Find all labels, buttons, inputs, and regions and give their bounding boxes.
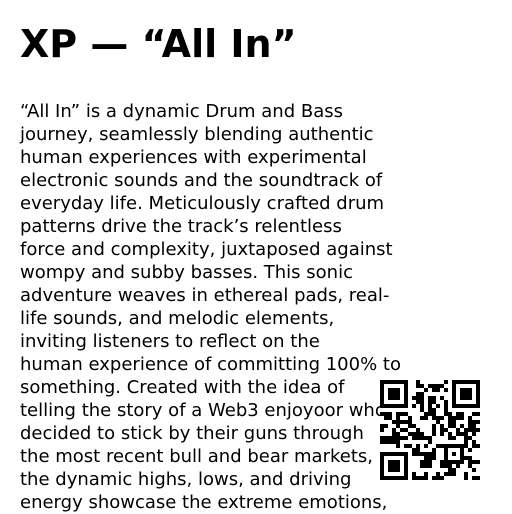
page-title: XP — “All In”	[20, 22, 297, 66]
description-line: inviting listeners to reflect on the	[20, 331, 320, 352]
description-line: energy showcase the extreme emotions,	[20, 492, 388, 513]
description-line: force and complexity, juxtaposed against	[20, 239, 393, 260]
description-line: “All In” is a dynamic Drum and Bass	[20, 101, 343, 122]
description-line: wompy and subby basses. This sonic	[20, 262, 353, 283]
description-line: adventure weaves in ethereal pads, real-	[20, 285, 390, 306]
qr-code-icon[interactable]	[380, 380, 480, 480]
description-line: human experiences with experimental	[20, 147, 367, 168]
description-line: patterns drive the track’s relentless	[20, 216, 342, 237]
description-line: everyday life. Meticulously crafted drum	[20, 193, 385, 214]
qr-code-graphic	[380, 380, 480, 480]
description-line: electronic sounds and the soundtrack of	[20, 170, 383, 191]
description-line: human experience of committing 100% to	[20, 354, 401, 375]
description-line: journey, seamlessly blending authentic	[20, 124, 374, 145]
description-line: life sounds, and melodic elements,	[20, 308, 335, 329]
